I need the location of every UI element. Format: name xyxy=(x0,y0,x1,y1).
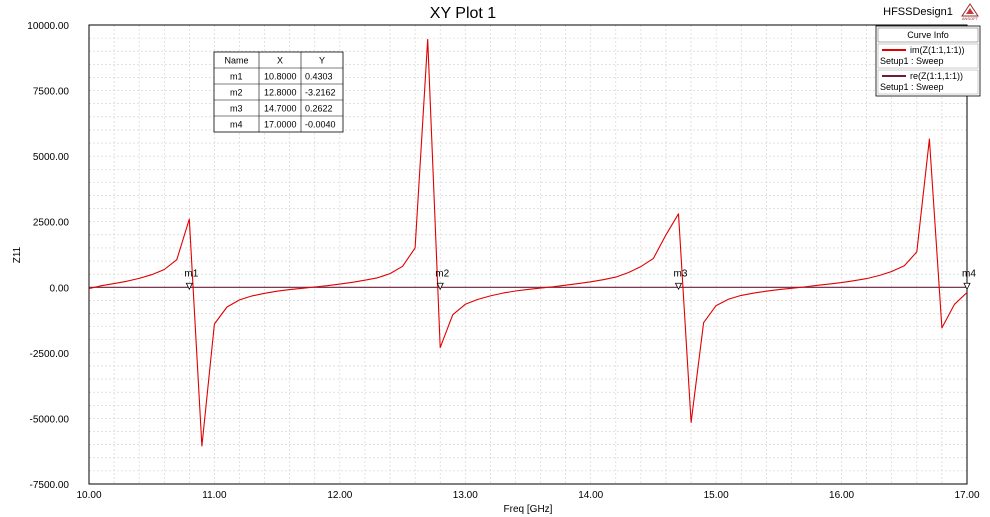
marker-table: Name X Ym1 10.8000 0.4303 m2 12.8000 -3.2162 m3 1… xyxy=(213,51,344,133)
marker-label: m1 xyxy=(184,268,198,279)
table-header-cell: Y xyxy=(319,56,325,66)
logo-text: ANSOFT xyxy=(962,16,979,21)
y-tick-label: -7500.00 xyxy=(30,480,70,491)
y-axis-label: Z11 xyxy=(12,246,23,263)
design-name: HFSSDesign1 xyxy=(883,6,953,18)
table-cell-x: 10.8000 xyxy=(264,72,297,82)
x-tick-label: 10.00 xyxy=(76,490,101,501)
table-header-cell: Name xyxy=(224,56,248,66)
y-tick-label: 7500.00 xyxy=(33,87,70,98)
marker-triangle xyxy=(674,282,683,291)
x-tick-label: 13.00 xyxy=(453,490,478,501)
table-cell-x: 17.0000 xyxy=(264,120,297,130)
ansoft-logo-icon: ANSOFT xyxy=(961,3,979,21)
x-tick-label: 17.00 xyxy=(954,490,979,501)
table-cell-name: m4 xyxy=(230,120,243,130)
y-tick-label: 10000.00 xyxy=(27,21,69,32)
legend-entry-name: re(Z(1:1,1:1)) xyxy=(910,71,963,81)
marker-triangle xyxy=(185,282,193,291)
table-cell-y: 0.2622 xyxy=(305,104,333,114)
xy-plot: XY Plot 1 HFSSDesign1 ANSOFT 10.00 11.00 1… xyxy=(12,3,981,515)
table-cell-x: 14.7000 xyxy=(264,104,297,114)
x-tick-label: 12.00 xyxy=(327,490,352,501)
y-tick-label: 0.00 xyxy=(50,283,70,294)
legend-entry-sub: Setup1 : Sweep xyxy=(880,82,944,92)
x-tick-label: 15.00 xyxy=(704,490,729,501)
marker-triangle xyxy=(963,282,971,291)
x-tick-label: 16.00 xyxy=(829,490,854,501)
y-tick-label: -2500.00 xyxy=(30,349,70,360)
table-cell-name: m1 xyxy=(230,72,243,82)
table-cell-name: m2 xyxy=(230,88,243,98)
curve-info-legend: Curve Infoim(Z(1:1,1:1))Setup1 : Sweepre… xyxy=(875,25,981,97)
legend-entry-name: im(Z(1:1,1:1)) xyxy=(910,45,965,55)
marker-label: m3 xyxy=(674,268,688,279)
table-cell-name: m3 xyxy=(230,104,243,114)
table-cell-x: 12.8000 xyxy=(264,88,297,98)
x-tick-label: 11.00 xyxy=(202,490,227,501)
x-axis-label: Freq [GHz] xyxy=(504,504,553,515)
table-cell-y: -3.2162 xyxy=(305,88,336,98)
y-tick-label: 2500.00 xyxy=(33,218,70,229)
legend-header: Curve Info xyxy=(907,30,949,40)
marker-label: m4 xyxy=(962,268,976,279)
y-tick-label: 5000.00 xyxy=(33,152,70,163)
chart-title: XY Plot 1 xyxy=(430,5,497,22)
table-header-cell: X xyxy=(277,56,283,66)
table-cell-y: 0.4303 xyxy=(305,72,333,82)
markers: m1 m2 m3 m4 xyxy=(184,268,976,291)
table-cell-y: -0.0040 xyxy=(305,120,336,130)
marker-label: m2 xyxy=(435,268,449,279)
y-tick-label: -5000.00 xyxy=(30,414,70,425)
legend-entry-sub: Setup1 : Sweep xyxy=(880,56,944,66)
x-tick-label: 14.00 xyxy=(578,490,603,501)
